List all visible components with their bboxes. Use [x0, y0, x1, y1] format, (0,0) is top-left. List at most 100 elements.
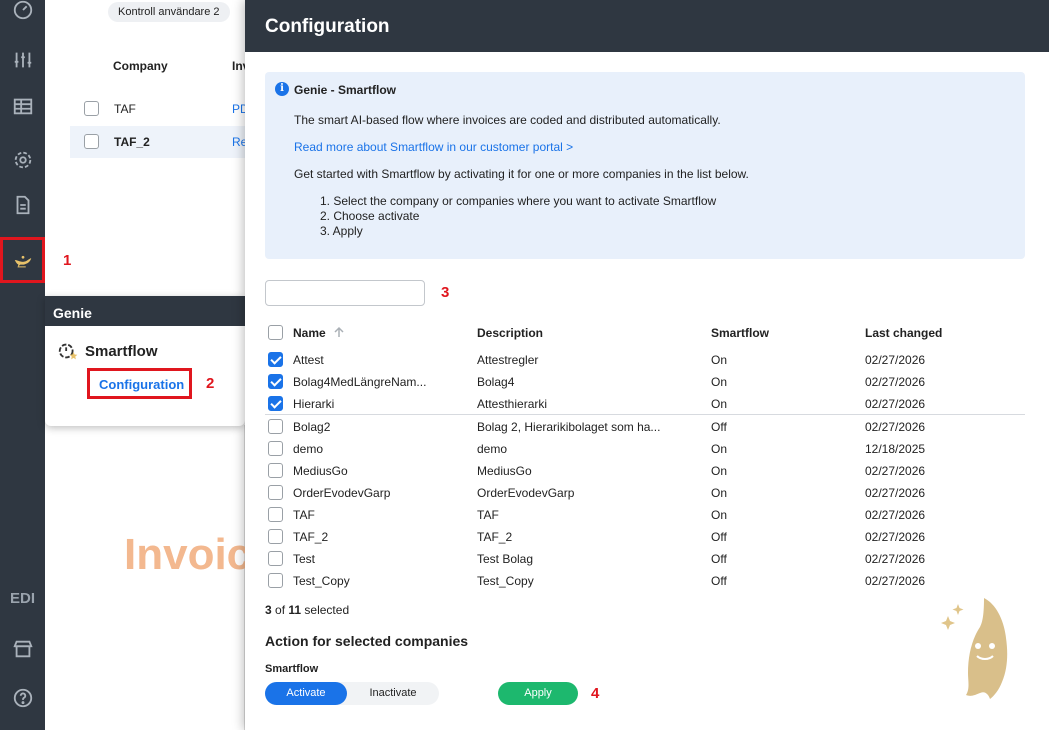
last-changed-date: 02/27/2026	[865, 397, 926, 411]
last-changed-date: 02/27/2026	[865, 420, 926, 434]
step-label-4: 4	[591, 685, 600, 702]
company-row[interactable]: MediusGo MediusGo On 02/27/2026	[265, 460, 1025, 482]
info-step: 3. Apply	[320, 224, 363, 238]
search-input[interactable]	[265, 280, 425, 306]
dashboard-icon[interactable]	[0, 0, 45, 30]
info-intro: Get started with Smartflow by activating…	[294, 167, 749, 181]
smartflow-status: On	[711, 442, 728, 456]
smartflow-status: On	[711, 375, 728, 389]
last-changed-date: 02/27/2026	[865, 530, 926, 544]
bg-table-row[interactable]: TAF PD	[70, 93, 250, 125]
company-description: TAF_2	[477, 530, 513, 544]
smartflow-menu-item[interactable]: Smartflow	[57, 340, 158, 362]
column-description[interactable]: Description	[477, 326, 543, 340]
row-checkbox[interactable]	[268, 573, 283, 588]
company-description: Attestregler	[477, 353, 539, 367]
bg-table-row[interactable]: TAF_2 Re	[70, 126, 250, 158]
company-name: Bolag2	[293, 420, 331, 434]
row-checkbox[interactable]	[268, 441, 283, 456]
company-name: Bolag4MedLängreNam...	[293, 375, 427, 389]
info-icon: i	[275, 82, 289, 96]
apply-button[interactable]: Apply	[498, 682, 578, 705]
gear-icon[interactable]	[0, 140, 45, 180]
inactivate-button[interactable]: Inactivate	[347, 682, 439, 705]
info-steps: 1. Select the company or companies where…	[320, 194, 716, 239]
configuration-dialog: Configuration i Genie - Smartflow The sm…	[245, 0, 1049, 730]
info-panel: i Genie - Smartflow The smart AI-based f…	[265, 72, 1025, 259]
column-name[interactable]: Name	[293, 326, 345, 340]
company-description: Bolag 2, Hierarikibolaget som ha...	[477, 420, 661, 434]
column-smartflow[interactable]: Smartflow	[711, 326, 769, 340]
smartflow-status: Off	[711, 420, 727, 434]
highlight-box-configuration	[87, 368, 192, 399]
sliders-icon[interactable]	[0, 40, 45, 80]
company-row[interactable]: demo demo On 12/18/2025	[265, 438, 1025, 460]
company-description: Bolag4	[477, 375, 515, 389]
company-row[interactable]: Test_Copy Test_Copy Off 02/27/2026	[265, 570, 1025, 592]
step-label-1: 1	[63, 252, 72, 269]
row-checkbox[interactable]	[268, 352, 283, 367]
row-checkbox[interactable]	[84, 101, 99, 116]
company-row[interactable]: Hierarki Attesthierarki On 02/27/2026	[265, 393, 1025, 415]
activate-button[interactable]: Activate	[265, 682, 347, 705]
company-row[interactable]: Bolag4MedLängreNam... Bolag4 On 02/27/2026	[265, 371, 1025, 393]
last-changed-date: 02/27/2026	[865, 464, 926, 478]
company-description: OrderEvodevGarp	[477, 486, 575, 500]
side-navigation: EDI	[0, 0, 45, 730]
step-label-3: 3	[441, 284, 450, 301]
help-icon[interactable]	[0, 678, 45, 718]
smartflow-status: On	[711, 486, 728, 500]
step-label-2: 2	[206, 375, 215, 392]
row-checkbox[interactable]	[268, 529, 283, 544]
smartflow-icon	[58, 343, 78, 360]
company-description: TAF	[477, 508, 499, 522]
company-row[interactable]: TAF TAF On 02/27/2026	[265, 504, 1025, 526]
company-row[interactable]: Test Test Bolag Off 02/27/2026	[265, 548, 1025, 570]
row-checkbox[interactable]	[268, 485, 283, 500]
edi-label[interactable]: EDI	[0, 590, 45, 607]
company-row[interactable]: Bolag2 Bolag 2, Hierarikibolaget som ha..…	[265, 416, 1025, 438]
last-changed-date: 02/27/2026	[865, 574, 926, 588]
row-checkbox[interactable]	[268, 463, 283, 478]
row-checkbox[interactable]	[268, 419, 283, 434]
customer-portal-link[interactable]: Read more about Smartflow in our custome…	[294, 140, 573, 154]
company-description: demo	[477, 442, 508, 456]
row-checkbox[interactable]	[268, 396, 283, 411]
company-description: MediusGo	[477, 464, 532, 478]
select-all-checkbox[interactable]	[268, 325, 283, 340]
company-row[interactable]: OrderEvodevGarp OrderEvodevGarp On 02/27/20…	[265, 482, 1025, 504]
user-tab[interactable]: Kontroll användare 2	[108, 2, 230, 22]
company-description: Test Bolag	[477, 552, 534, 566]
selection-divider	[265, 414, 1025, 415]
smartflow-status: Off	[711, 552, 727, 566]
info-step: 2. Choose activate	[320, 209, 420, 223]
company-name: demo	[293, 442, 324, 456]
company-row[interactable]: TAF_2 TAF_2 Off 02/27/2026	[265, 526, 1025, 548]
smartflow-label: Smartflow	[85, 342, 158, 360]
column-last-changed[interactable]: Last changed	[865, 326, 942, 340]
smartflow-status: Off	[711, 574, 727, 588]
smartflow-status: On	[711, 508, 728, 522]
sort-arrow-icon	[334, 326, 344, 337]
genie-mascot-icon	[941, 598, 1008, 699]
smartflow-status: On	[711, 464, 728, 478]
dialog-title: Configuration	[245, 0, 1049, 52]
store-icon[interactable]	[0, 629, 45, 669]
company-name: TAF_2	[293, 530, 329, 544]
company-description: Attesthierarki	[477, 397, 548, 411]
genie-menu: Genie Smartflow Configuration	[45, 296, 245, 426]
smartflow-status: On	[711, 397, 728, 411]
genie-menu-title: Genie	[45, 296, 245, 326]
document-icon[interactable]	[0, 185, 45, 225]
company-row[interactable]: Attest Attestregler On 02/27/2026	[265, 349, 1025, 371]
row-checkbox[interactable]	[84, 134, 99, 149]
last-changed-date: 12/18/2025	[865, 442, 926, 456]
last-changed-date: 02/27/2026	[865, 552, 926, 566]
row-checkbox[interactable]	[268, 374, 283, 389]
info-description: The smart AI-based flow where invoices a…	[294, 113, 721, 127]
info-step: 1. Select the company or companies where…	[320, 194, 717, 208]
company-name: Test_Copy	[293, 574, 350, 588]
row-checkbox[interactable]	[268, 551, 283, 566]
row-checkbox[interactable]	[268, 507, 283, 522]
table-icon[interactable]	[0, 86, 45, 126]
